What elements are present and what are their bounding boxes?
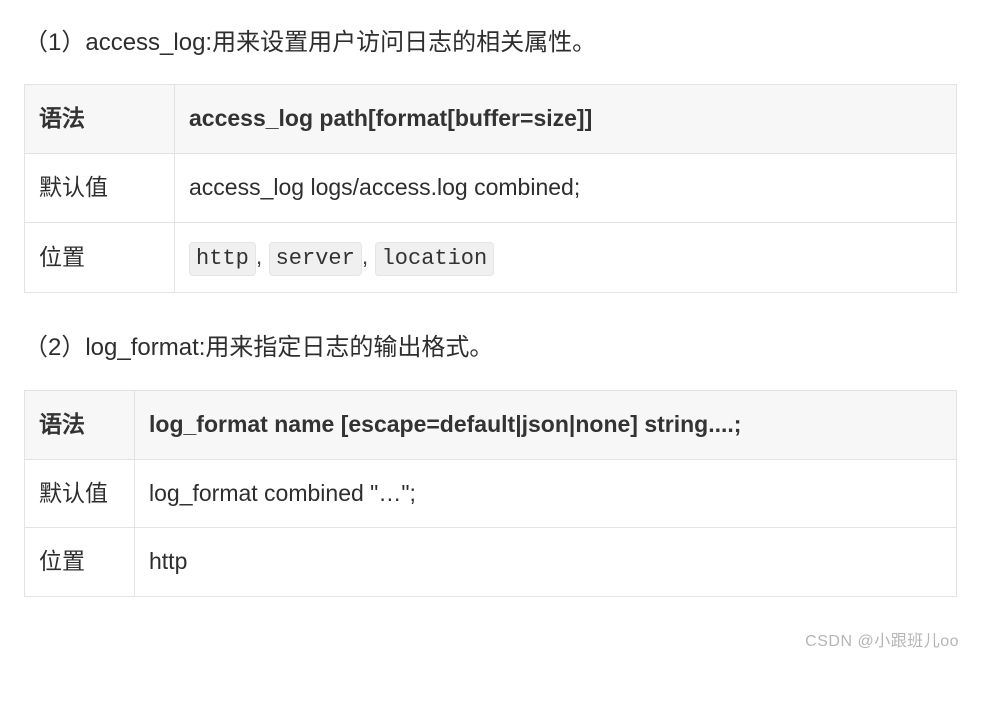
defn-table-access-log: 语法 access_log path[format[buffer=size]] … — [24, 84, 957, 293]
table-row: 默认值 log_format combined "…"; — [25, 459, 957, 528]
header-value: access_log path[format[buffer=size]] — [175, 85, 957, 154]
section-access-log: （1）access_log:用来设置用户访问日志的相关属性。 语法 access… — [24, 24, 957, 293]
defn-table-log-format: 语法 log_format name [escape=default|json|… — [24, 390, 957, 597]
row-value: access_log logs/access.log combined; — [175, 154, 957, 223]
row-label: 位置 — [25, 528, 135, 597]
row-label: 位置 — [25, 222, 175, 293]
row-value: log_format combined "…"; — [135, 459, 957, 528]
table-row: 位置 http — [25, 528, 957, 597]
section-title: （1）access_log:用来设置用户访问日志的相关属性。 — [24, 24, 957, 62]
header-label: 语法 — [25, 85, 175, 154]
table-row: 位置 http, server, location — [25, 222, 957, 293]
code-keyword: location — [375, 242, 495, 277]
row-label: 默认值 — [25, 154, 175, 223]
header-value: log_format name [escape=default|json|non… — [135, 390, 957, 459]
row-label: 默认值 — [25, 459, 135, 528]
watermark: CSDN @小跟班儿oo — [805, 627, 959, 651]
section-title: （2）log_format:用来指定日志的输出格式。 — [24, 329, 957, 367]
code-separator: , — [256, 243, 269, 269]
section-log-format: （2）log_format:用来指定日志的输出格式。 语法 log_format… — [24, 329, 957, 596]
table-row: 默认值 access_log logs/access.log combined; — [25, 154, 957, 223]
row-value: http, server, location — [175, 222, 957, 293]
code-keyword: server — [269, 242, 362, 277]
code-separator: , — [362, 243, 375, 269]
header-label: 语法 — [25, 390, 135, 459]
row-value: http — [135, 528, 957, 597]
code-keyword: http — [189, 242, 256, 277]
